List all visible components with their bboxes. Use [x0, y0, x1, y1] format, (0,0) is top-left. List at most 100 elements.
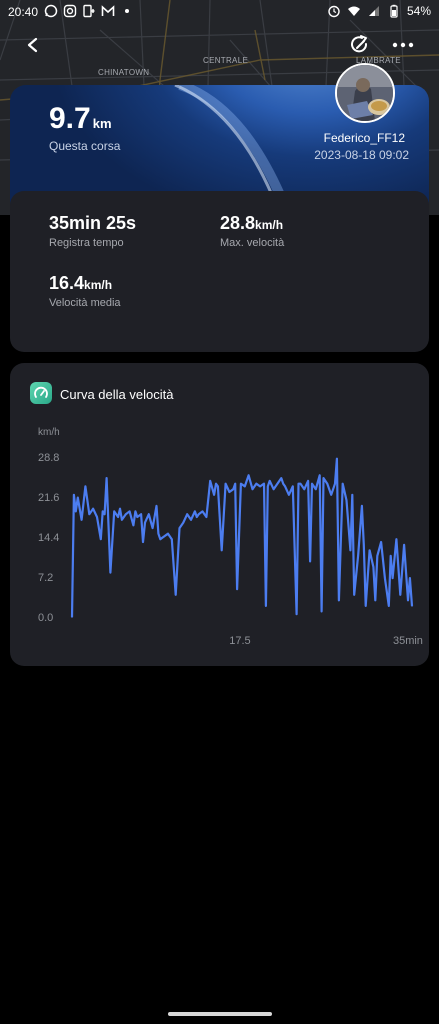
speed-point: [299, 482, 302, 485]
speed-point: [109, 571, 112, 574]
avg-speed-value: 16.4km/h: [49, 273, 121, 294]
speed-point: [142, 541, 144, 543]
avg-speed-number: 16.4: [49, 273, 85, 293]
speed-point: [309, 560, 311, 563]
speed-point: [389, 555, 392, 557]
speed-point: [96, 516, 98, 518]
speed-point: [220, 549, 223, 552]
speed-point: [311, 482, 313, 485]
speed-point: [361, 505, 363, 507]
speed-point: [80, 518, 83, 521]
ride-datetime: 2023-08-18 09:02: [314, 148, 409, 162]
avg-speed-unit: km/h: [84, 278, 113, 292]
back-arrow-icon: [27, 37, 38, 53]
speed-point: [297, 482, 300, 485]
username: Federico_FF12: [323, 131, 405, 145]
stats-card: 35min 25s Registra tempo 28.8km/h Max. v…: [10, 191, 429, 352]
y-tick-label: 14.4: [38, 532, 59, 544]
speed-point: [307, 480, 309, 482]
speed-point: [374, 599, 377, 602]
speed-point: [144, 521, 146, 524]
speed-point: [195, 516, 198, 518]
speed-point: [363, 543, 365, 546]
speed-point: [217, 485, 219, 488]
home-indicator[interactable]: [168, 1012, 272, 1016]
speed-point: [243, 485, 246, 488]
speed-point: [326, 482, 329, 485]
speed-point: [295, 613, 298, 616]
more-dots-icon: [392, 42, 414, 48]
speed-point: [276, 482, 279, 485]
speed-point: [318, 474, 321, 477]
speed-point: [224, 482, 227, 485]
speed-point: [395, 538, 398, 541]
stat-avg-speed: 16.4km/h Velocità media: [49, 273, 121, 309]
speed-point: [171, 538, 173, 541]
y-tick-label: 0.0: [38, 612, 53, 624]
avatar-photo: [337, 65, 393, 121]
speed-point: [372, 566, 375, 568]
speed-point: [376, 555, 379, 557]
speed-point: [267, 485, 269, 488]
max-speed-number: 28.8: [220, 213, 256, 233]
speed-point: [113, 510, 116, 513]
speed-point: [147, 513, 150, 516]
stat-max-speed: 28.8km/h Max. velocità: [220, 213, 284, 249]
max-speed-unit: km/h: [255, 218, 284, 232]
y-axis-label: km/h: [38, 427, 60, 438]
speed-point: [134, 510, 137, 513]
speed-point: [128, 510, 131, 513]
speed-chart[interactable]: km/h 28.8 21.6 14.4 7.2 0.0 17.5 35min: [10, 363, 429, 666]
speed-point: [280, 477, 283, 479]
speed-point: [391, 577, 394, 579]
speed-point: [194, 510, 196, 513]
distance-value: 9.7 km: [49, 102, 112, 136]
speed-point: [291, 485, 294, 488]
y-tick-label: 21.6: [38, 492, 59, 504]
stat-record-time: 35min 25s Registra tempo: [49, 213, 136, 249]
speed-point: [105, 477, 108, 479]
speed-point: [124, 513, 127, 516]
speed-point: [284, 485, 286, 488]
signal-icon: [368, 6, 379, 16]
speed-point: [240, 482, 242, 485]
share-button[interactable]: [345, 30, 375, 60]
speed-point: [303, 488, 306, 491]
status-bar: 20:40 54%: [0, 0, 439, 26]
speed-point: [334, 482, 336, 485]
speed-point: [151, 527, 154, 529]
speed-point: [205, 516, 208, 518]
speed-point: [215, 482, 217, 485]
speed-point: [259, 485, 261, 488]
y-tick-label: 7.2: [38, 572, 53, 584]
map-label-chinatown: CHINATOWN: [98, 68, 150, 77]
avatar[interactable]: [335, 63, 395, 123]
speed-point: [368, 549, 371, 552]
speed-point: [263, 482, 265, 485]
share-icon: [351, 35, 368, 53]
speed-point: [155, 505, 158, 507]
more-button[interactable]: [388, 30, 418, 60]
speed-point: [182, 521, 185, 524]
gmail-icon: [101, 5, 115, 16]
speed-point: [76, 496, 79, 499]
speed-point: [387, 605, 390, 607]
back-button[interactable]: [18, 30, 48, 60]
speed-point: [288, 493, 290, 496]
speed-chart-card: Curva della velocità km/h 28.8 21.6 14.4 7.2…: [10, 363, 429, 666]
speed-point: [73, 493, 75, 496]
distance-label: Questa corsa: [49, 139, 121, 153]
speed-point: [101, 510, 104, 513]
speed-point: [411, 605, 413, 607]
speed-point: [190, 518, 192, 521]
speed-point: [247, 474, 250, 477]
speed-point: [75, 510, 77, 513]
speed-point: [119, 507, 121, 510]
speed-point: [338, 599, 340, 602]
avg-speed-label: Velocità media: [49, 297, 121, 309]
speed-point: [234, 482, 236, 485]
speed-point: [282, 482, 284, 485]
speed-point: [232, 488, 235, 491]
speed-point: [159, 538, 162, 541]
notification-icons: [44, 4, 134, 18]
